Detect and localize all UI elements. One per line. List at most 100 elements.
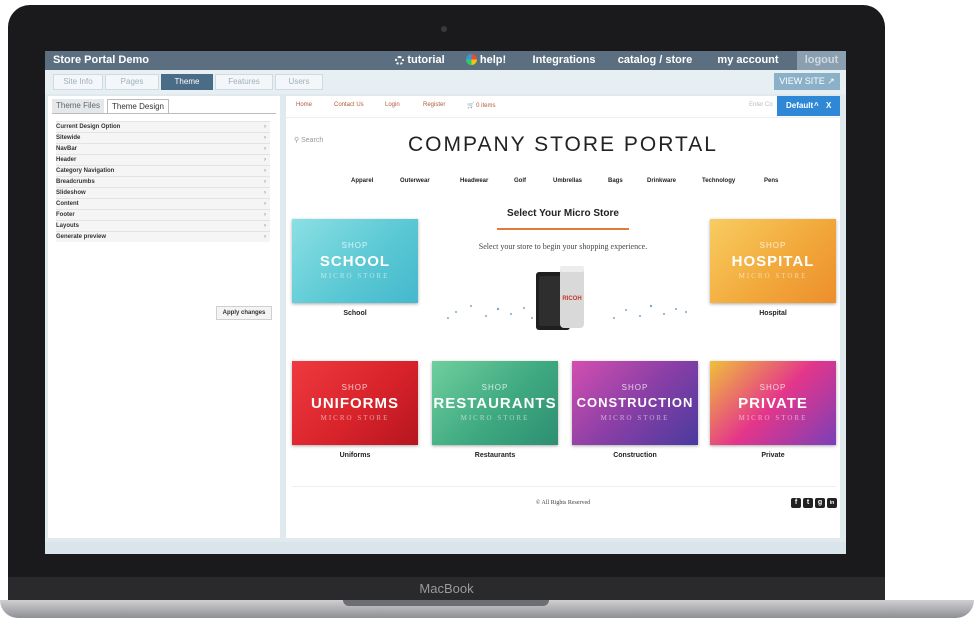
step-pages[interactable]: Pages — [105, 74, 159, 90]
googleplus-icon[interactable]: g — [815, 498, 825, 508]
caption-construction[interactable]: Construction — [572, 452, 698, 459]
preview-divider — [286, 117, 840, 118]
store-card-hospital[interactable]: SHOP HOSPITAL MICRO STORE — [710, 219, 836, 303]
design-item-current-design-option[interactable]: Current Design Option › — [56, 121, 270, 132]
card-shop-label: SHOP — [759, 383, 787, 392]
category-golf[interactable]: Golf — [514, 178, 526, 184]
twitter-icon[interactable]: t — [803, 498, 813, 508]
product-image: RICOH — [447, 266, 687, 330]
chevron-right-icon: › — [264, 190, 266, 196]
category-outerwear[interactable]: Outerwear — [400, 178, 430, 184]
default-design-badge[interactable]: Default ^ X — [777, 96, 840, 116]
step-site-info[interactable]: Site Info — [53, 74, 103, 90]
design-item-generate-preview[interactable]: Generate preview › — [56, 231, 270, 242]
laptop-notch — [343, 600, 549, 606]
preview-link-contact[interactable]: Contact Us — [334, 102, 364, 108]
external-link-icon: ↗ — [827, 76, 835, 86]
nav-integrations[interactable]: Integrations — [521, 51, 607, 70]
site-preview: Home Contact Us Login Register 🛒 0 items… — [286, 96, 840, 538]
step-features[interactable]: Features — [215, 74, 273, 90]
caption-uniforms[interactable]: Uniforms — [292, 452, 418, 459]
category-bags[interactable]: Bags — [608, 178, 623, 184]
category-technology[interactable]: Technology — [702, 178, 735, 184]
design-item-footer[interactable]: Footer › — [56, 209, 270, 220]
linkedin-icon[interactable]: in — [827, 498, 837, 508]
design-item-content[interactable]: Content › — [56, 198, 270, 209]
screen-bottom-bar — [45, 542, 846, 554]
design-item-navbar[interactable]: NavBar › — [56, 143, 270, 154]
category-headwear[interactable]: Headwear — [460, 178, 488, 184]
store-card-construction[interactable]: SHOP CONSTRUCTION MICRO STORE — [572, 361, 698, 445]
card-name: HOSPITAL — [731, 253, 815, 270]
product-brand-label: RICOH — [562, 296, 581, 302]
category-umbrellas[interactable]: Umbrellas — [553, 178, 582, 184]
card-micro-label: MICRO STORE — [460, 414, 530, 422]
card-name: UNIFORMS — [311, 395, 399, 412]
nav-catalog-store[interactable]: catalog / store — [611, 51, 699, 70]
chevron-right-icon: › — [264, 179, 266, 185]
chevron-right-icon: › — [264, 223, 266, 229]
card-shop-label: SHOP — [341, 383, 369, 392]
design-item-category-navigation[interactable]: Category Navigation › — [56, 165, 270, 176]
card-name: SCHOOL — [319, 253, 391, 270]
step-users[interactable]: Users — [275, 74, 323, 90]
category-apparel[interactable]: Apparel — [351, 178, 373, 184]
tab-divider — [52, 113, 276, 114]
tab-theme-design[interactable]: Theme Design — [107, 99, 169, 114]
step-theme[interactable]: Theme — [161, 74, 213, 90]
collapse-up-icon[interactable]: ^ — [814, 96, 819, 116]
top-bar: Store Portal Demo tutorial help! Integra… — [45, 51, 846, 70]
store-title: COMPANY STORE PORTAL — [408, 133, 718, 156]
card-name: RESTAURANTS — [433, 395, 557, 412]
preview-link-register[interactable]: Register — [423, 102, 445, 108]
card-micro-label: MICRO STORE — [320, 272, 390, 280]
store-card-uniforms[interactable]: SHOP UNIFORMS MICRO STORE — [292, 361, 418, 445]
nav-tutorial[interactable]: tutorial — [389, 51, 451, 70]
category-pens[interactable]: Pens — [764, 178, 778, 184]
caption-private[interactable]: Private — [710, 452, 836, 459]
category-drinkware[interactable]: Drinkware — [647, 178, 676, 184]
footer-divider — [292, 486, 836, 487]
caption-restaurants[interactable]: Restaurants — [432, 452, 558, 459]
design-item-sitewide[interactable]: Sitewide › — [56, 132, 270, 143]
store-card-private[interactable]: SHOP PRIVATE MICRO STORE — [710, 361, 836, 445]
enter-code-label: Enter Co — [749, 102, 773, 108]
tab-theme-files[interactable]: Theme Files — [52, 99, 104, 113]
caption-hospital[interactable]: Hospital — [710, 310, 836, 317]
chevron-right-icon: › — [264, 201, 266, 207]
design-item-breadcrumbs[interactable]: Breadcrumbs › — [56, 176, 270, 187]
view-site-button[interactable]: VIEW SITE ↗ — [774, 73, 840, 90]
nav-logout[interactable]: logout — [797, 51, 846, 70]
design-item-slideshow[interactable]: Slideshow › — [56, 187, 270, 198]
store-card-school[interactable]: SHOP SCHOOL MICRO STORE — [292, 219, 418, 303]
card-name: PRIVATE — [738, 395, 808, 412]
design-item-header[interactable]: Header › — [56, 154, 270, 165]
facebook-icon[interactable]: f — [791, 498, 801, 508]
chevron-right-icon: › — [264, 212, 266, 218]
nav-help-label: help! — [479, 54, 507, 66]
micro-store-subtitle: Select your store to begin your shopping… — [478, 242, 648, 251]
apply-changes-button[interactable]: Apply changes — [216, 306, 272, 320]
card-shop-label: SHOP — [621, 383, 649, 392]
step-bar: Site Info Pages Theme Features Users VIE… — [45, 70, 846, 94]
card-name: CONSTRUCTION — [576, 395, 694, 410]
store-card-restaurants[interactable]: SHOP RESTAURANTS MICRO STORE — [432, 361, 558, 445]
chevron-right-icon: › — [264, 234, 266, 240]
caption-school[interactable]: School — [292, 310, 418, 317]
card-shop-label: SHOP — [481, 383, 509, 392]
tumbler-lid — [560, 266, 584, 272]
preview-link-cart[interactable]: 🛒 0 items — [467, 102, 496, 109]
close-icon[interactable]: X — [826, 96, 831, 116]
preview-link-home[interactable]: Home — [296, 102, 312, 108]
nav-help[interactable]: help! — [457, 51, 515, 70]
gear-icon — [395, 56, 405, 65]
micro-store-heading: Select Your Micro Store — [507, 208, 619, 219]
preview-link-login[interactable]: Login — [385, 102, 400, 108]
card-micro-label: MICRO STORE — [600, 414, 670, 422]
nav-my-account[interactable]: my account — [705, 51, 791, 70]
design-item-layouts[interactable]: Layouts › — [56, 220, 270, 231]
view-site-label: VIEW SITE — [779, 76, 825, 86]
theme-design-panel: Theme Files Theme Design Current Design … — [48, 96, 280, 538]
chevron-right-icon: › — [264, 135, 266, 141]
cart-icon: 🛒 — [467, 103, 475, 109]
